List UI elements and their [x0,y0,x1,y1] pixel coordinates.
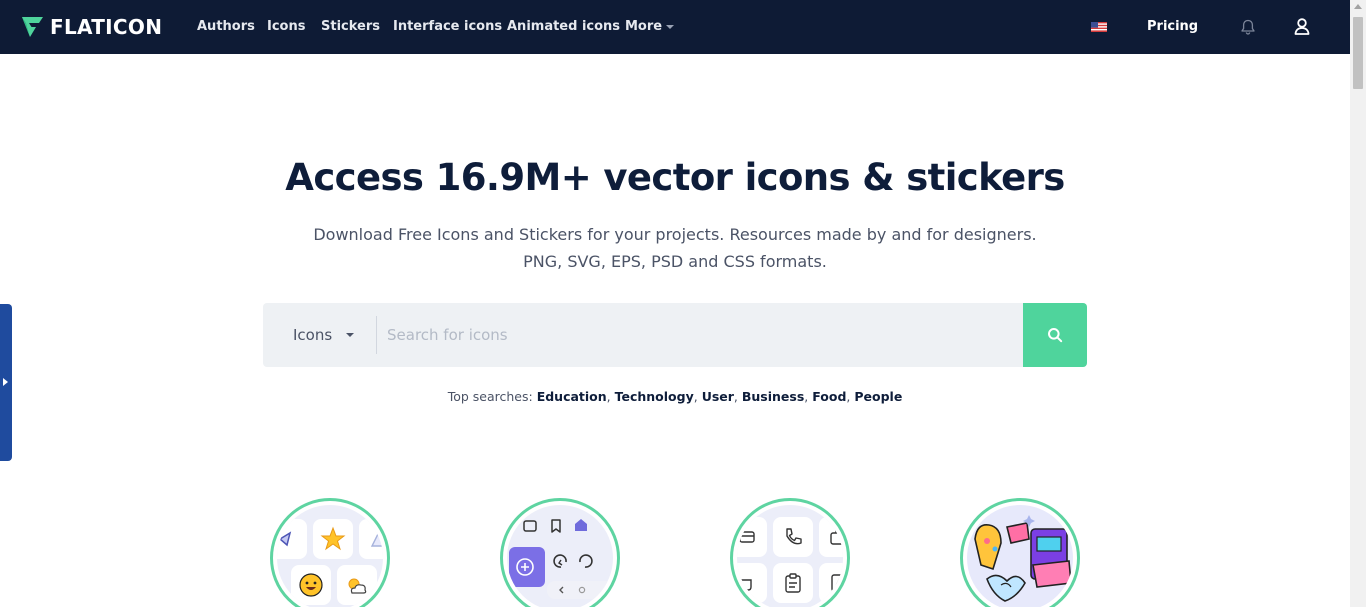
top-search-education[interactable]: Education [537,389,607,404]
nav-animated-icons[interactable]: Animated icons [507,19,620,34]
nav-stickers[interactable]: Stickers [321,19,380,34]
page-scrollbar[interactable] [1350,0,1366,607]
scroll-thumb[interactable] [1353,17,1363,89]
hero-subtitle: Download Free Icons and Stickers for you… [0,221,1350,275]
hero-subtitle-line1: Download Free Icons and Stickers for you… [313,225,1037,244]
us-flag-icon[interactable] [1091,22,1107,32]
nav-more[interactable]: More [625,19,675,34]
search-input[interactable] [377,303,1023,367]
top-search-business[interactable]: Business [742,389,804,404]
category-animated-icons[interactable] [730,498,850,607]
search-button[interactable] [1023,303,1087,367]
flaticon-logo[interactable]: FLATICON [20,15,162,39]
chevron-right-icon [3,378,8,386]
category-icons[interactable] [270,498,390,607]
top-search-technology[interactable]: Technology [615,389,694,404]
top-search-user[interactable]: User [702,389,734,404]
logo-text: FLATICON [50,15,163,39]
stickers-category-icon [967,505,1073,607]
nav-authors[interactable]: Authors [197,19,255,34]
search-icon [1048,328,1063,343]
category-interface-icons[interactable] [500,498,620,607]
nav-more-label: More [625,19,663,34]
pricing-link[interactable]: Pricing [1147,19,1198,34]
hero-title: Access 16.9M+ vector icons & stickers [285,156,1065,199]
icons-category-icon [277,505,383,607]
side-panel-toggle[interactable] [0,304,12,461]
search-type-dropdown[interactable]: Icons [263,303,376,367]
nav-icons[interactable]: Icons [267,19,305,34]
flaticon-logo-icon [22,17,43,37]
search-type-label: Icons [293,326,333,344]
top-searches: Top searches: Education, Technology, Use… [447,389,903,404]
bell-icon[interactable] [1240,19,1256,35]
top-search-people[interactable]: People [854,389,902,404]
animated-icons-category-icon [737,505,843,607]
category-stickers[interactable] [960,498,1080,607]
top-searches-label: Top searches: [447,389,533,404]
top-navigation-bar: FLATICON Authors Icons Stickers Interfac… [0,0,1350,54]
top-search-food[interactable]: Food [812,389,846,404]
chevron-down-icon [346,333,354,337]
interface-icons-category-icon [507,505,613,607]
search-bar: Icons [263,303,1087,367]
scroll-up-arrow-icon[interactable] [1354,4,1362,9]
nav-interface-icons[interactable]: Interface icons [393,19,502,34]
hero-subtitle-line2: PNG, SVG, EPS, PSD and CSS formats. [523,252,827,271]
user-icon[interactable] [1294,18,1310,35]
chevron-down-icon [666,24,675,29]
